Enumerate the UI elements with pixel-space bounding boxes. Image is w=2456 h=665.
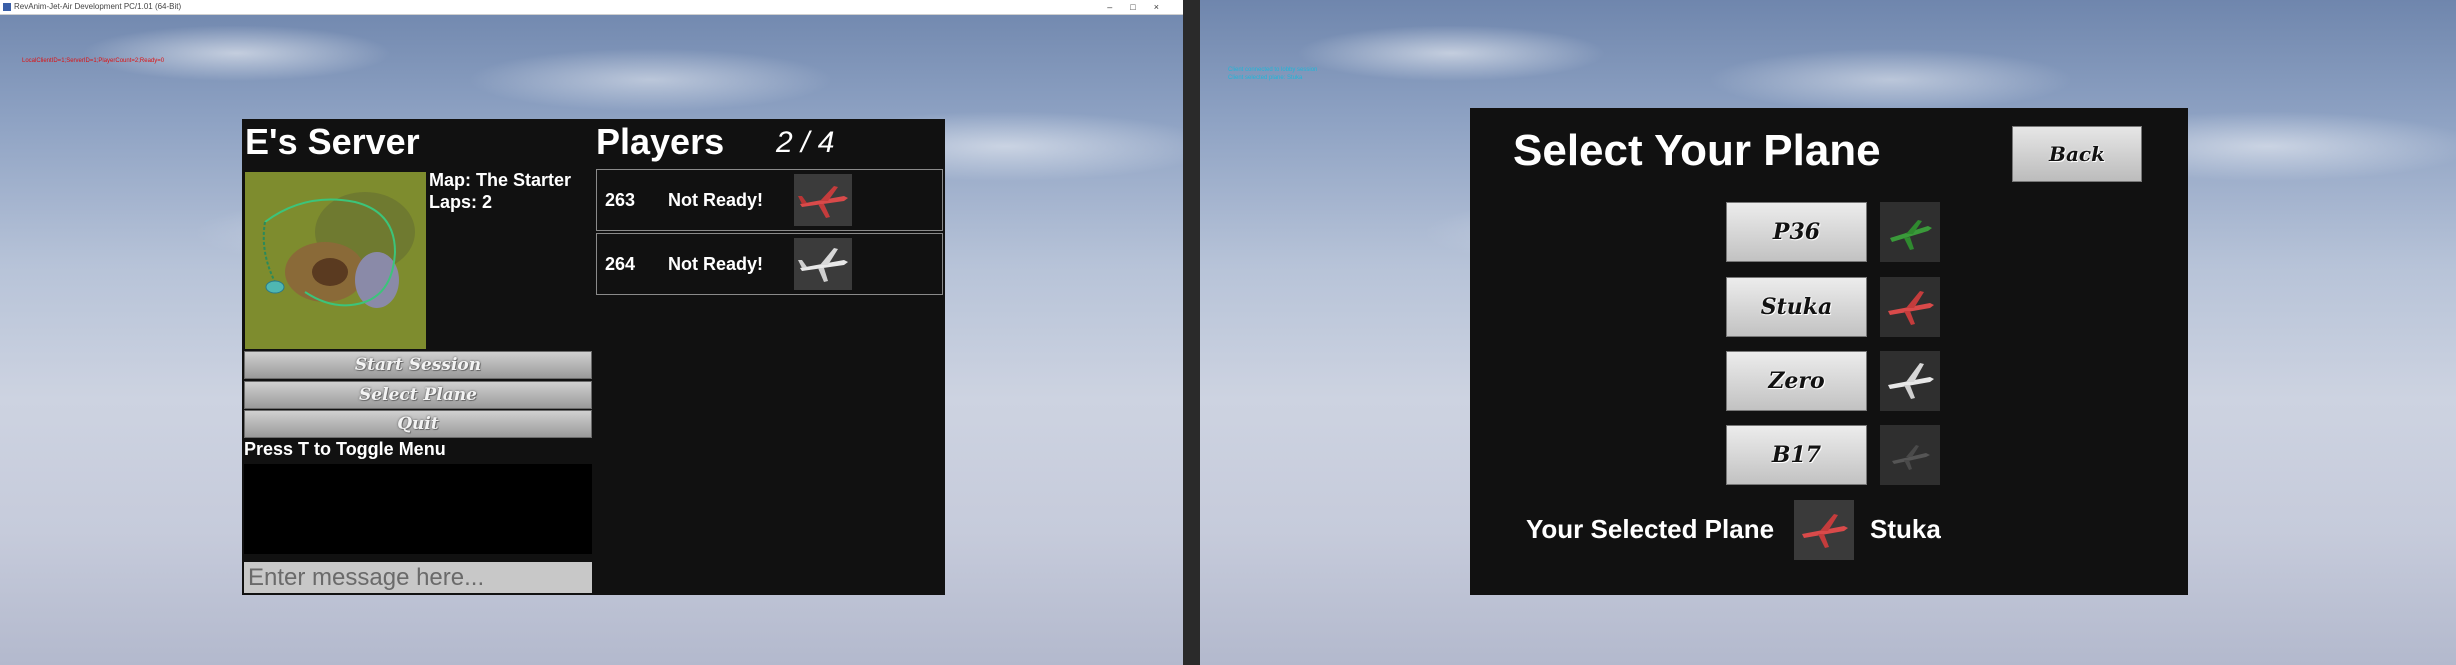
back-button[interactable]: Back [2012,126,2142,182]
player-id: 264 [605,254,636,274]
plane-select-panel: Select Your Plane Back P36 Stuka Zero B1… [1470,108,2188,595]
plane-button-b17[interactable]: B17 [1726,425,1867,485]
debug-output: LocalClientID=1;ServerID=1;PlayerCount=2… [22,58,165,64]
map-thumbnail [245,172,426,349]
player-id: 263 [605,190,636,210]
plane-select-window: Client connected to lobby session Client… [1200,0,2456,665]
page-title: Select Your Plane [1513,126,1881,175]
select-plane-button[interactable]: Select Plane [244,381,592,409]
lobby-panel: E's Server Map: The Starter Laps: 2 Star… [242,119,945,595]
plane-button-stuka[interactable]: Stuka [1726,277,1867,337]
server-title: E's Server [245,121,420,162]
player-status: Not Ready! [668,190,764,210]
debug-line: Client selected plane: Stuka [1228,75,1303,81]
selected-plane-label: Your Selected Plane [1526,514,1775,544]
chat-log [244,464,592,554]
quit-button[interactable]: Quit [244,410,592,438]
close-button[interactable]: × [1154,2,1177,12]
laps-count: Laps: 2 [429,192,493,212]
plane-button-p36[interactable]: P36 [1726,202,1867,262]
debug-output: Client connected to lobby session Client… [1228,66,1317,82]
debug-line: Client connected to lobby session [1228,67,1318,73]
window-title: RevAnim-Jet-Air Development PC/1.01 (64-… [14,2,182,11]
white-plane-icon [1880,351,1940,411]
white-plane-icon [794,238,852,290]
green-plane-icon [1880,202,1940,262]
map-info: Map: The Starter Laps: 2 [429,169,571,213]
chat-input[interactable] [244,562,592,593]
dark-plane-icon [1880,425,1940,485]
map-name: Map: The Starter [429,170,572,190]
red-plane-icon [794,174,852,226]
app-icon [3,3,11,11]
players-heading: Players [596,121,725,162]
player-status: Not Ready! [668,254,764,274]
lobby-window: RevAnim-Jet-Air Development PC/1.01 (64-… [0,0,1183,665]
window-controls: –□× [1107,0,1177,14]
start-session-button[interactable]: Start Session [244,351,592,379]
player-row: 264 Not Ready! [596,233,943,295]
plane-button-zero[interactable]: Zero [1726,351,1867,411]
window-titlebar: RevAnim-Jet-Air Development PC/1.01 (64-… [0,0,1183,15]
maximize-button[interactable]: □ [1130,2,1153,12]
player-row: 263 Not Ready! [596,169,943,231]
minimize-button[interactable]: – [1107,2,1130,12]
toggle-menu-hint: Press T to Toggle Menu [244,439,446,459]
red-plane-icon [1880,277,1940,337]
selected-plane-name: Stuka [1870,514,1941,544]
player-count: 2 / 4 [776,126,835,159]
red-plane-icon [1794,500,1854,560]
